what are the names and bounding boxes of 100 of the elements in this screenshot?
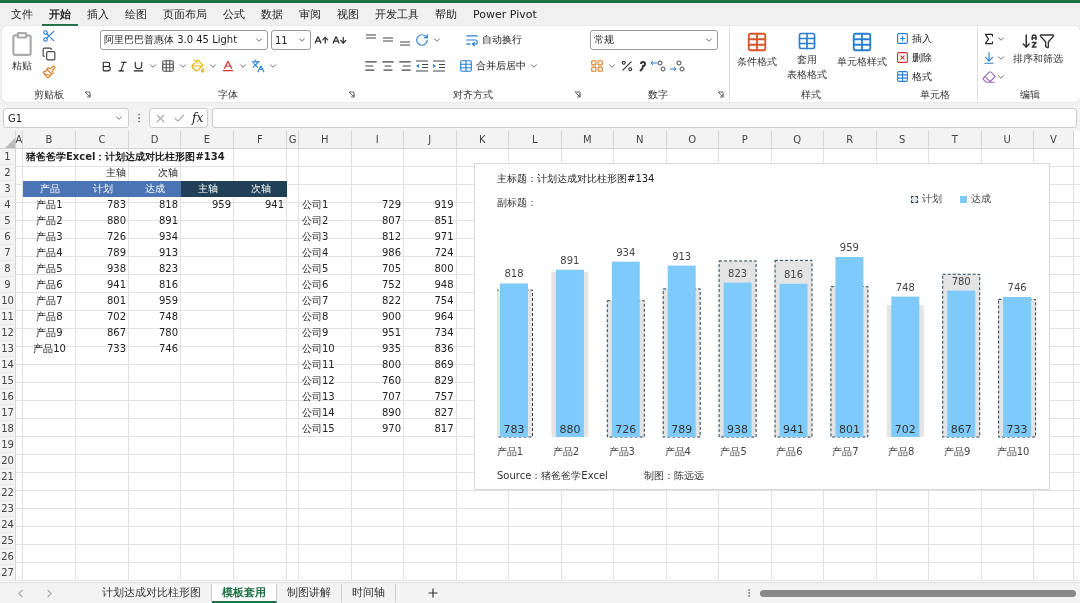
- column-header[interactable]: O: [666, 131, 719, 149]
- row-header[interactable]: 4: [0, 197, 16, 213]
- sheet-tab[interactable]: 制图讲解: [277, 583, 342, 603]
- row-header[interactable]: 18: [0, 421, 16, 437]
- row-header[interactable]: 9: [0, 277, 16, 293]
- row-header[interactable]: 5: [0, 213, 16, 229]
- row-header[interactable]: 1: [0, 149, 16, 165]
- align-left-icon[interactable]: [364, 59, 378, 73]
- insert-function-button[interactable]: fx: [192, 111, 204, 125]
- ribbon-tab[interactable]: 页面布局: [156, 3, 214, 26]
- name-box[interactable]: G1: [3, 108, 129, 128]
- add-sheet-icon[interactable]: [426, 586, 440, 600]
- indent-icon[interactable]: [415, 59, 429, 73]
- row-header[interactable]: 23: [0, 501, 16, 517]
- ribbon-tab[interactable]: 视图: [330, 3, 366, 26]
- phonetic-icon[interactable]: [251, 59, 265, 73]
- cell-styles-button[interactable]: 单元格样式: [834, 29, 890, 88]
- ribbon-tab[interactable]: 公式: [216, 3, 252, 26]
- insert-button[interactable]: 插入: [896, 29, 932, 48]
- borders-icon[interactable]: [161, 59, 175, 73]
- ribbon-tab[interactable]: 数据: [254, 3, 290, 26]
- sheet-tab[interactable]: 模板套用: [212, 583, 277, 603]
- row-header[interactable]: 19: [0, 437, 16, 453]
- column-header[interactable]: R: [824, 131, 877, 149]
- row-header[interactable]: 6: [0, 229, 16, 245]
- font-color-icon[interactable]: [221, 59, 235, 73]
- column-header[interactable]: C: [76, 131, 129, 149]
- merge-center-button[interactable]: 合并后居中: [459, 56, 526, 76]
- formula-input[interactable]: [212, 108, 1077, 128]
- column-header[interactable]: B: [23, 131, 76, 149]
- bold-icon[interactable]: [100, 59, 113, 73]
- indent-icon[interactable]: [432, 59, 446, 73]
- ribbon-tab[interactable]: 审阅: [292, 3, 328, 26]
- column-header[interactable]: T: [929, 131, 982, 149]
- conditional-format-button[interactable]: 条件格式: [734, 29, 780, 88]
- row-header[interactable]: 27: [0, 565, 16, 581]
- sort-filter-button[interactable]: 排序和筛选: [1010, 29, 1066, 88]
- row-header[interactable]: 16: [0, 389, 16, 405]
- dialog-launcher-icon[interactable]: [84, 91, 91, 98]
- underline-icon[interactable]: [132, 59, 145, 73]
- format-button[interactable]: 格式: [896, 67, 932, 86]
- column-header[interactable]: F: [234, 131, 287, 149]
- column-header[interactable]: J: [404, 131, 457, 149]
- dialog-launcher-icon[interactable]: [574, 91, 581, 98]
- column-header[interactable]: L: [509, 131, 562, 149]
- column-header[interactable]: S: [876, 131, 929, 149]
- align-right-icon[interactable]: [398, 59, 412, 73]
- wrap-text-button[interactable]: 自动换行: [465, 30, 522, 50]
- column-header[interactable]: H: [299, 131, 352, 149]
- column-header[interactable]: I: [351, 131, 404, 149]
- row-header[interactable]: 7: [0, 245, 16, 261]
- ribbon-tab[interactable]: 帮助: [428, 3, 464, 26]
- row-header[interactable]: 14: [0, 357, 16, 373]
- column-header[interactable]: G: [287, 131, 299, 149]
- row-header[interactable]: 25: [0, 533, 16, 549]
- row-header[interactable]: 22: [0, 485, 16, 501]
- ribbon-tab[interactable]: 绘图: [118, 3, 154, 26]
- column-header[interactable]: V: [1034, 131, 1074, 149]
- row-header[interactable]: 21: [0, 469, 16, 485]
- delete-button[interactable]: 删除: [896, 48, 932, 67]
- decimal-icon[interactable]: [669, 59, 685, 73]
- align-center-icon[interactable]: [381, 59, 395, 73]
- ribbon-tab[interactable]: 文件: [4, 3, 40, 26]
- row-header[interactable]: 2: [0, 165, 16, 181]
- accounting-icon[interactable]: [590, 59, 604, 73]
- row-header[interactable]: 10: [0, 293, 16, 309]
- cut-icon[interactable]: [42, 29, 56, 43]
- number-format-field[interactable]: 常规: [590, 30, 718, 50]
- dialog-launcher-icon[interactable]: [717, 91, 724, 98]
- copy-icon[interactable]: [42, 47, 56, 61]
- font-name-field[interactable]: 阿里巴巴普惠体 3.0 45 Light: [100, 30, 268, 50]
- dialog-launcher-icon[interactable]: [348, 91, 355, 98]
- row-header[interactable]: 11: [0, 309, 16, 325]
- row-header[interactable]: 17: [0, 405, 16, 421]
- column-header[interactable]: P: [719, 131, 772, 149]
- italic-icon[interactable]: [116, 59, 129, 73]
- comma-icon[interactable]: [637, 59, 647, 73]
- column-header[interactable]: Q: [771, 131, 824, 149]
- sum-icon[interactable]: [982, 31, 996, 46]
- fill-icon[interactable]: [982, 50, 996, 65]
- orientation-icon[interactable]: [415, 33, 429, 47]
- fill-color-icon[interactable]: [191, 59, 205, 73]
- format-table-button[interactable]: 套用 表格格式: [784, 29, 830, 88]
- ribbon-tab[interactable]: 开发工具: [368, 3, 426, 26]
- column-header[interactable]: U: [981, 131, 1034, 149]
- ribbon-tab[interactable]: 插入: [80, 3, 116, 26]
- row-header[interactable]: 13: [0, 341, 16, 357]
- row-header[interactable]: 15: [0, 373, 16, 389]
- horizontal-scrollbar[interactable]: [760, 589, 1076, 597]
- clear-icon[interactable]: [982, 69, 996, 84]
- percent-icon[interactable]: [620, 59, 634, 73]
- column-header[interactable]: K: [456, 131, 509, 149]
- ribbon-tab[interactable]: Power Pivot: [466, 4, 544, 25]
- font-size-field[interactable]: 11: [271, 30, 311, 50]
- column-header[interactable]: M: [561, 131, 614, 149]
- sheet-tab[interactable]: 时间轴: [342, 583, 396, 603]
- column-header[interactable]: N: [614, 131, 667, 149]
- row-header[interactable]: 24: [0, 517, 16, 533]
- paste-button[interactable]: 粘贴: [6, 29, 38, 88]
- row-header[interactable]: 20: [0, 453, 16, 469]
